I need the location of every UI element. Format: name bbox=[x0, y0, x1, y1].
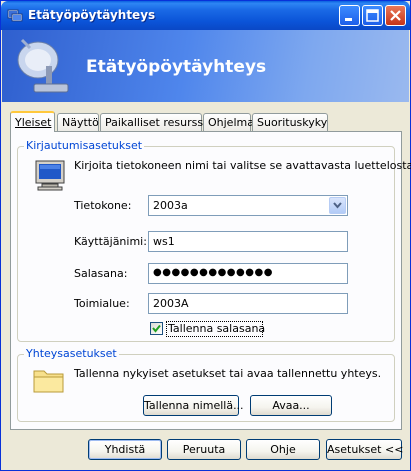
login-settings-group: Kirjautumisasetukset Kirjoita tietokonee… bbox=[17, 139, 411, 342]
computer-label: Tietokone: bbox=[74, 199, 132, 212]
maximize-icon bbox=[366, 9, 379, 22]
domain-value: 2003A bbox=[153, 297, 189, 310]
login-settings-legend: Kirjautumisasetukset bbox=[24, 139, 145, 152]
connect-button[interactable]: Yhdistä bbox=[88, 439, 162, 460]
connection-instruction: Tallenna nykyiset asetukset tai avaa tal… bbox=[74, 367, 382, 380]
tab-panel-general: Kirjautumisasetukset Kirjoita tietokonee… bbox=[10, 131, 411, 430]
title-bar[interactable]: Etätyöpöytäyhteys bbox=[1, 1, 410, 30]
connection-settings-legend: Yhteysasetukset bbox=[24, 347, 119, 360]
tab-performance[interactable]: Suorituskyky bbox=[252, 113, 328, 131]
banner: Etätyöpöytäyhteys bbox=[2, 30, 409, 102]
domain-input[interactable]: 2003A bbox=[148, 293, 348, 314]
rdp-banner-icon bbox=[17, 38, 69, 93]
rdp-window: Etätyöpöytäyhteys Etätyöpöytäyhteys Ylei… bbox=[0, 0, 411, 471]
tab-general[interactable]: Yleiset bbox=[10, 111, 55, 132]
save-password-checkbox[interactable] bbox=[150, 322, 163, 335]
cancel-button[interactable]: Peruuta bbox=[167, 439, 241, 460]
username-label: Käyttäjänimi: bbox=[74, 235, 147, 248]
tab-label: Näyttö bbox=[62, 116, 99, 129]
banner-title: Etätyöpöytäyhteys bbox=[86, 57, 267, 77]
login-instruction: Kirjoita tietokoneen nimi tai valitse se… bbox=[74, 159, 411, 172]
password-input[interactable]: ●●●●●●●●●●●●● bbox=[148, 263, 348, 284]
domain-label: Toimialue: bbox=[74, 297, 130, 310]
password-value: ●●●●●●●●●●●●● bbox=[153, 267, 273, 278]
chevron-down-icon bbox=[333, 202, 342, 209]
password-label: Salasana: bbox=[74, 267, 128, 280]
tab-local-resources[interactable]: Paikalliset resurssit bbox=[100, 113, 210, 131]
minimize-button[interactable] bbox=[339, 5, 360, 26]
computer-combobox[interactable]: 2003a bbox=[148, 195, 348, 216]
tab-programs[interactable]: Ohjelma bbox=[203, 113, 254, 131]
folder-icon bbox=[33, 370, 64, 393]
connection-settings-group: Yhteysasetukset Tallenna nykyiset asetuk… bbox=[17, 347, 395, 422]
tab-display[interactable]: Näyttö bbox=[57, 113, 99, 131]
tab-label: Suorituskyky bbox=[257, 116, 328, 129]
computer-dropdown-button[interactable] bbox=[329, 197, 346, 214]
checkmark-icon bbox=[152, 324, 161, 333]
open-button[interactable]: Avaa... bbox=[250, 395, 332, 416]
rdp-app-icon bbox=[7, 9, 23, 22]
options-button[interactable]: Asetukset << bbox=[326, 439, 403, 460]
tab-label: Ohjelma bbox=[208, 116, 254, 129]
username-value: ws1 bbox=[153, 235, 175, 248]
minimize-icon bbox=[345, 18, 352, 21]
close-button[interactable] bbox=[385, 5, 406, 26]
maximize-button[interactable] bbox=[362, 5, 383, 26]
computer-value: 2003a bbox=[153, 199, 188, 212]
save-as-button[interactable]: Tallenna nimellä... bbox=[143, 395, 244, 416]
monitor-icon bbox=[35, 160, 65, 191]
save-password-label[interactable]: Tallenna salasana bbox=[168, 322, 265, 335]
help-button[interactable]: Ohje bbox=[246, 439, 320, 460]
tab-label: Yleiset bbox=[15, 116, 52, 129]
close-icon bbox=[390, 10, 401, 21]
window-title: Etätyöpöytäyhteys bbox=[28, 8, 156, 22]
username-input[interactable]: ws1 bbox=[148, 231, 348, 252]
tab-label: Paikalliset resurssit bbox=[105, 116, 211, 129]
